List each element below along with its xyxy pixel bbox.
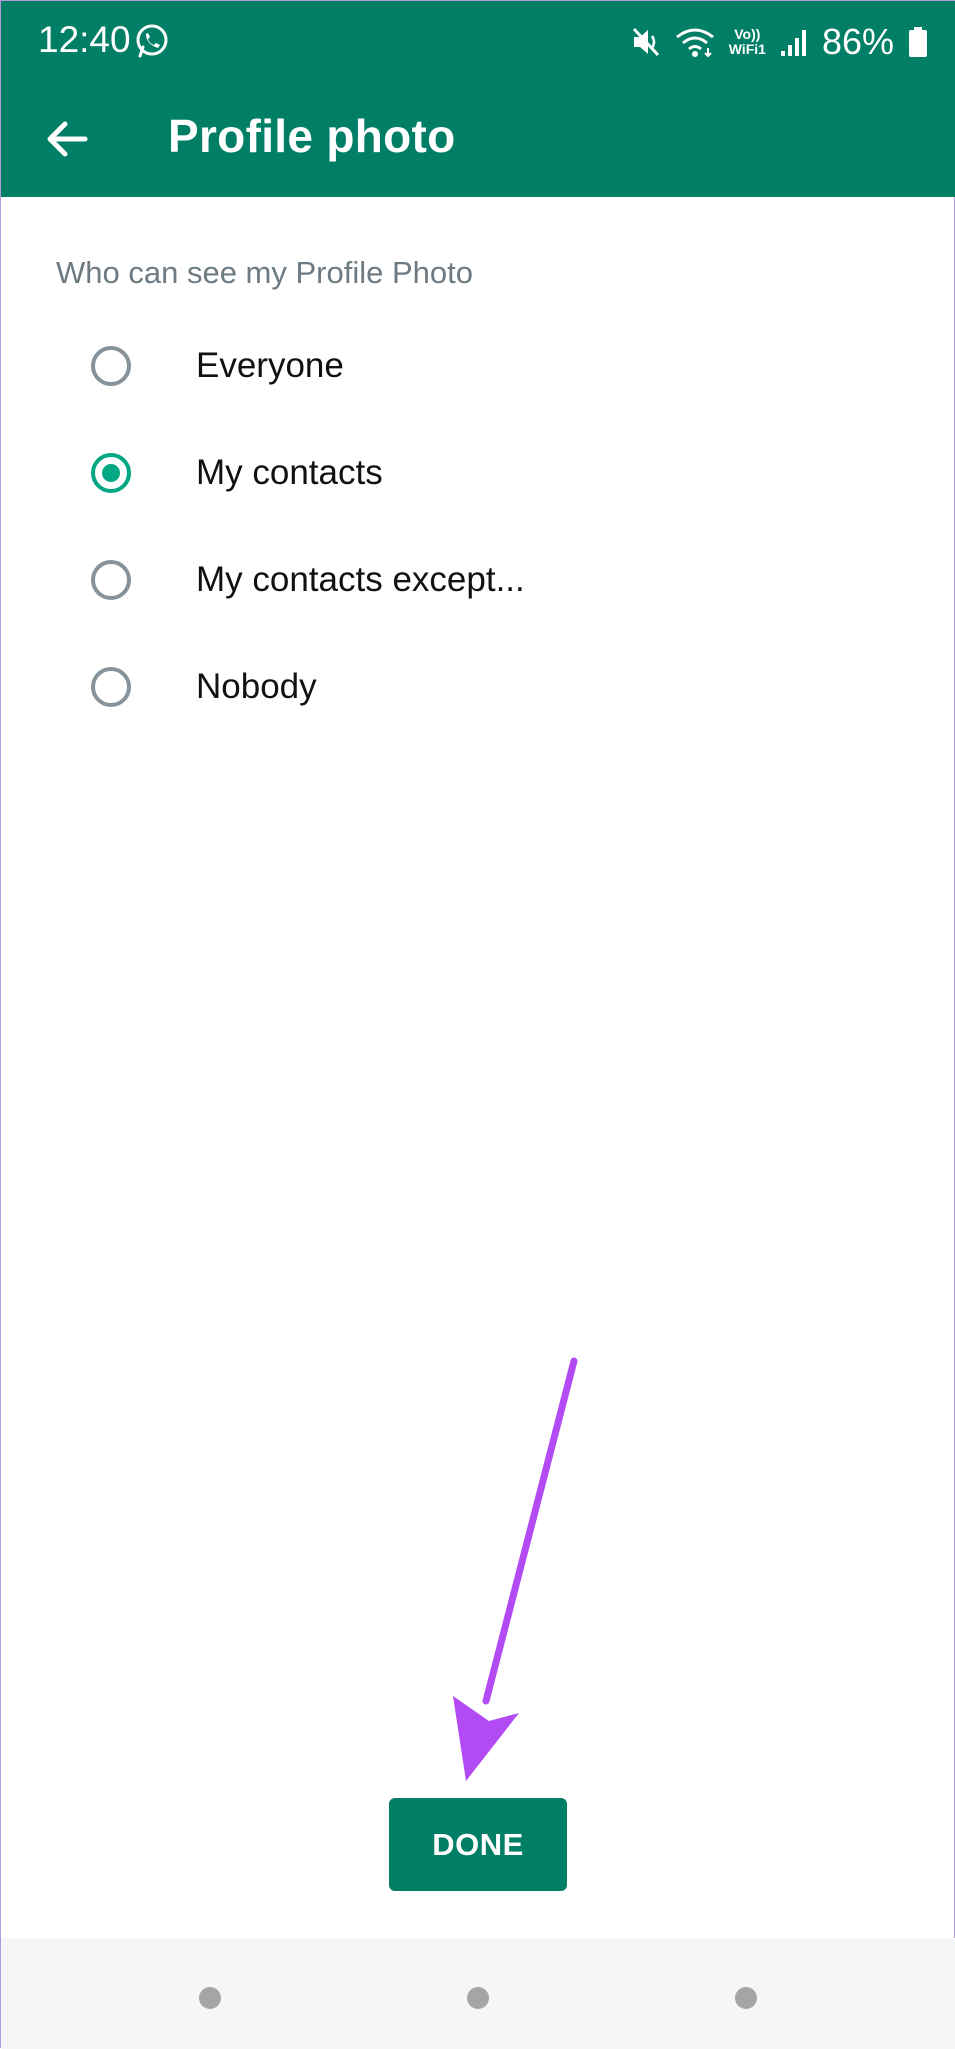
option-my-contacts[interactable]: My contacts: [91, 433, 691, 523]
toolbar: Profile photo: [1, 81, 955, 197]
signal-icon: [780, 27, 808, 57]
wifi-calling-label: WiFi1: [728, 41, 766, 57]
arrow-back-icon: [47, 121, 88, 157]
volte-wifi-label: Vo)) WiFi1: [729, 27, 766, 57]
status-bar: 12:40 Vo)) WiFi1 86%: [1, 1, 955, 81]
radio-button[interactable]: [91, 560, 131, 600]
radio-button[interactable]: [91, 667, 131, 707]
option-label: My contacts except...: [196, 560, 525, 599]
radio-button-selected[interactable]: [91, 453, 131, 493]
option-my-contacts-except[interactable]: My contacts except...: [91, 540, 691, 630]
battery-percent: 86%: [821, 21, 894, 62]
battery-icon: [908, 26, 928, 58]
whatsapp-icon: [134, 23, 170, 59]
nav-recents-button[interactable]: [199, 1987, 221, 2009]
option-label: Nobody: [196, 667, 317, 706]
option-nobody[interactable]: Nobody: [91, 647, 691, 737]
app-bar: 12:40 Vo)) WiFi1 86% Profile photo: [1, 1, 955, 197]
back-button[interactable]: [37, 109, 97, 169]
option-everyone[interactable]: Everyone: [91, 326, 691, 416]
option-label: My contacts: [196, 453, 383, 492]
done-button[interactable]: DONE: [389, 1798, 567, 1891]
annotation-arrow-icon: [453, 1357, 578, 1781]
mute-icon: [631, 26, 661, 58]
radio-button[interactable]: [91, 346, 131, 386]
option-label: Everyone: [196, 346, 344, 385]
wifi-icon: [675, 26, 715, 58]
page-title: Profile photo: [168, 110, 456, 162]
status-icons: Vo)) WiFi1 86%: [631, 17, 928, 67]
section-label: Who can see my Profile Photo: [56, 255, 473, 290]
volte-label: Vo)): [734, 26, 761, 42]
nav-home-button[interactable]: [467, 1987, 489, 2009]
status-time: 12:40: [38, 19, 131, 60]
radio-dot: [102, 464, 120, 482]
nav-back-button[interactable]: [735, 1987, 757, 2009]
system-nav-bar: [1, 1938, 955, 2049]
